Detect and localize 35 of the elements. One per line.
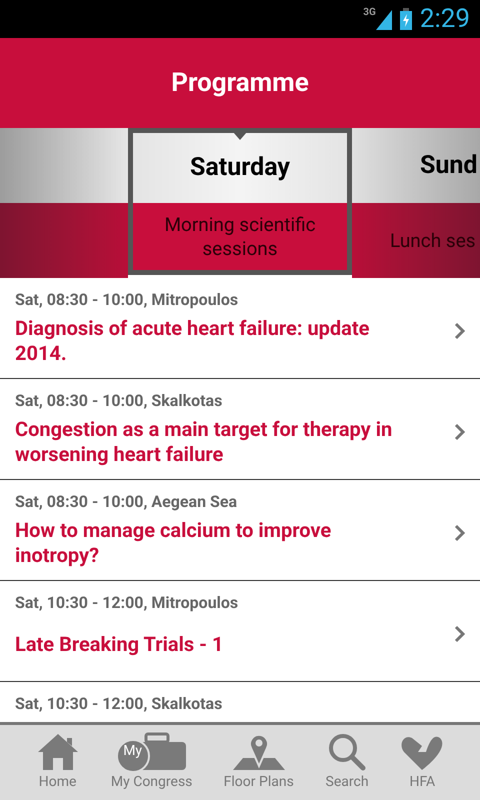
- session-label: Lunch ses: [390, 228, 476, 252]
- chevron-icon: [454, 423, 466, 441]
- page-title: Programme: [171, 66, 309, 100]
- session-time: Sat, 08:30 - 10:00, Aegean Sea: [15, 491, 238, 513]
- session-title: Congestion as a main target for therapy in worsening heart failure: [15, 417, 394, 467]
- battery-icon: [400, 8, 412, 30]
- session-row[interactable]: Sat, 10:30 - 12:00, Mitropoulos Late Breaking Trials - 1: [0, 581, 480, 682]
- session-time: Sat, 10:30 - 12:00, Skalkotas: [15, 693, 224, 715]
- day-tab[interactable]: Saturday Morning scientific sessions: [128, 128, 352, 275]
- chevron-icon: [454, 625, 466, 643]
- session-title: How to manage calcium to improve inotropy?: [15, 518, 332, 568]
- session-row[interactable]: Sat, 08:30 - 10:00, Skalkotas Congestion as a main target for therapy in worsening heart failure: [0, 379, 480, 480]
- session-row[interactable]: Sat, 08:30 - 10:00, Aegean Sea How to manage calcium to improve inotropy?: [0, 480, 480, 581]
- chevron-icon: [454, 322, 466, 340]
- signal-icon: [376, 8, 392, 30]
- session-row[interactable]: Sat, 08:30 - 10:00, Mitropoulos Diagnosis of acute heart failure: update 2014.: [0, 278, 480, 379]
- tab-bar-item[interactable]: My My Congress: [110, 732, 192, 793]
- chevron-icon: [454, 524, 466, 542]
- network-type: 3G: [363, 8, 376, 18]
- session-time: Sat, 08:30 - 10:00, Skalkotas: [15, 390, 224, 412]
- session-time: Sat, 08:30 - 10:00, Mitropoulos: [15, 289, 240, 311]
- day-label: Saturday: [190, 152, 290, 184]
- tab-bar-item[interactable]: Floor Plans: [224, 732, 294, 793]
- session-time: Sat, 10:30 - 12:00, Mitropoulos: [15, 592, 240, 614]
- house-icon: [36, 732, 80, 772]
- tab-bar-item[interactable]: HFA: [400, 732, 444, 793]
- day-label: Sund: [420, 150, 478, 182]
- clock: 2:29: [420, 6, 470, 32]
- tab-bar-item[interactable]: Home: [36, 732, 80, 793]
- pointer-icon: [233, 132, 247, 140]
- tab-bar-item[interactable]: Search: [325, 732, 370, 793]
- session-label: Morning scientific sessions: [164, 212, 316, 260]
- day-tab[interactable]: [0, 128, 128, 278]
- session-title: Late Breaking Trials - 1: [15, 632, 224, 656]
- session-title: Diagnosis of acute heart failure: update 2014.: [15, 316, 370, 366]
